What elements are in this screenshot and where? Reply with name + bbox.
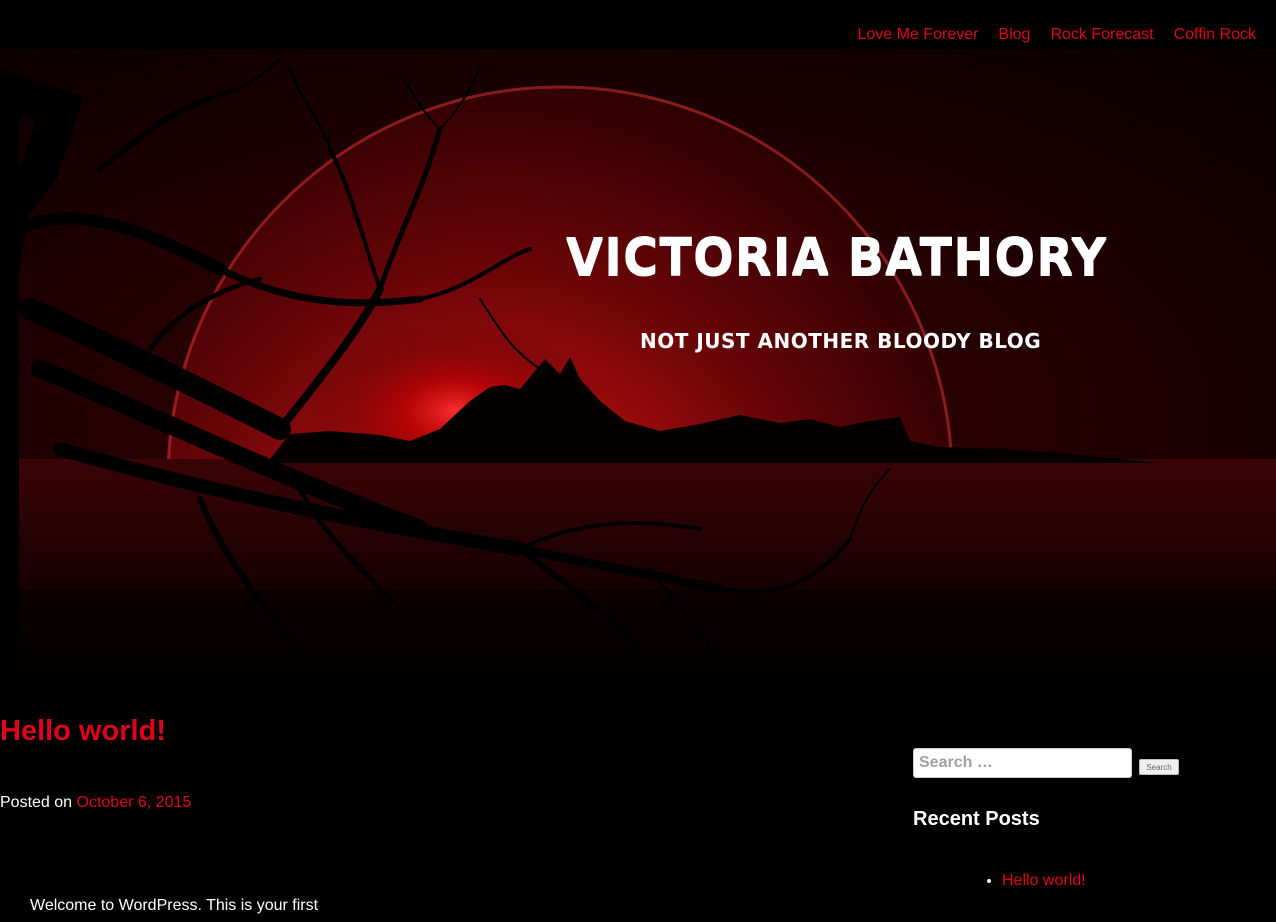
header-image	[0, 49, 1276, 668]
site-title[interactable]: VICTORIA BATHORY	[566, 228, 1206, 287]
nav-menu: Love Me Forever Blog Rock Forecast Coffi…	[857, 26, 1256, 44]
nav-item-love-me-forever: Love Me Forever	[857, 26, 978, 44]
header-banner: VICTORIA BATHORY NOT JUST ANOTHER BLOODY…	[0, 49, 1276, 668]
recent-posts-title: Recent Posts	[913, 808, 1040, 830]
nav-link-rock-forecast[interactable]: Rock Forecast	[1050, 26, 1153, 43]
post-meta: Posted on October 6, 2015	[0, 794, 191, 812]
nav-link-coffin-rock[interactable]: Coffin Rock	[1174, 26, 1256, 43]
site-tagline: NOT JUST ANOTHER BLOODY BLOG	[640, 329, 1042, 353]
banner-bottom-shade	[0, 589, 1276, 668]
nav-item-coffin-rock: Coffin Rock	[1174, 26, 1256, 44]
post-title-link[interactable]: Hello world!	[0, 715, 166, 747]
search-input[interactable]	[913, 748, 1132, 778]
list-item: Hello world!	[1002, 872, 1086, 890]
recent-post-link[interactable]: Hello world!	[1002, 872, 1086, 889]
nav-item-blog: Blog	[998, 26, 1030, 44]
search-button[interactable]: Search	[1139, 759, 1179, 775]
post-title: Hello world!	[0, 715, 166, 748]
post-meta-prefix: Posted on	[0, 794, 73, 811]
post-date-link[interactable]: October 6, 2015	[77, 794, 192, 811]
recent-posts-list: Hello world!	[1002, 872, 1086, 890]
nav-link-blog[interactable]: Blog	[998, 26, 1030, 43]
post-excerpt: Welcome to WordPress. This is your first	[30, 897, 319, 914]
nav-item-rock-forecast: Rock Forecast	[1050, 26, 1153, 44]
top-navigation: Love Me Forever Blog Rock Forecast Coffi…	[0, 0, 1276, 50]
nav-link-love-me-forever[interactable]: Love Me Forever	[857, 26, 978, 43]
